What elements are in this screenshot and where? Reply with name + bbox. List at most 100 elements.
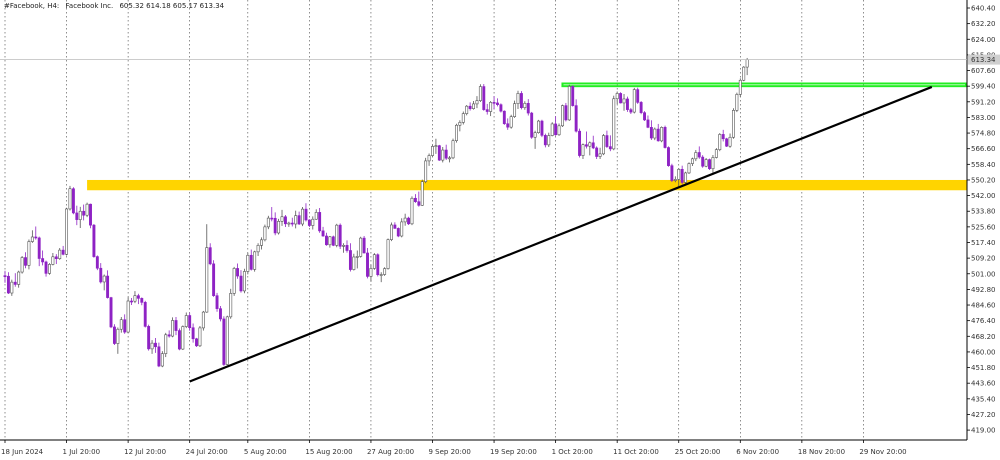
candle-body-55 bbox=[191, 327, 195, 340]
candle-body-18 bbox=[65, 208, 69, 255]
candle-body-59 bbox=[205, 247, 209, 313]
candle-body-116 bbox=[400, 221, 404, 237]
candle-body-60 bbox=[208, 247, 212, 265]
candle-body-188 bbox=[646, 119, 650, 128]
y-tick-label-9: 566.60 bbox=[971, 145, 996, 153]
candle-body-43 bbox=[150, 342, 154, 350]
chart-canvas[interactable]: 640.40632.20624.00615.80607.60599.40591.… bbox=[0, 0, 1000, 460]
candle-body-142 bbox=[489, 102, 493, 112]
candle-body-62 bbox=[215, 295, 219, 309]
candle-body-149 bbox=[513, 103, 517, 117]
candle-body-48 bbox=[167, 334, 171, 337]
candle-body-7 bbox=[27, 241, 31, 266]
candle-body-203 bbox=[697, 152, 701, 158]
candle-body-16 bbox=[58, 249, 62, 260]
candle-body-4 bbox=[17, 271, 21, 285]
candle-body-185 bbox=[636, 89, 640, 103]
candle-body-40 bbox=[140, 298, 144, 303]
candle-body-3 bbox=[13, 281, 17, 285]
candle-body-179 bbox=[615, 93, 619, 100]
candle-body-134 bbox=[461, 113, 465, 123]
candle-body-29 bbox=[102, 275, 106, 283]
candle-body-171 bbox=[588, 142, 592, 147]
candle-body-114 bbox=[393, 224, 397, 229]
y-tick-label-26: 427.20 bbox=[971, 411, 996, 419]
candle-body-136 bbox=[468, 105, 472, 109]
candle-body-35 bbox=[123, 319, 127, 333]
candle-body-135 bbox=[465, 105, 469, 114]
y-tick-label-14: 525.60 bbox=[971, 223, 996, 231]
candle-body-17 bbox=[61, 249, 65, 255]
candle-body-9 bbox=[34, 236, 38, 239]
candle-body-27 bbox=[95, 256, 99, 269]
candle-body-172 bbox=[591, 142, 595, 149]
candle-body-94 bbox=[325, 235, 328, 246]
candle-body-204 bbox=[701, 156, 705, 167]
candle-body-115 bbox=[396, 228, 400, 237]
candle-body-130 bbox=[448, 157, 452, 160]
candle-body-39 bbox=[136, 295, 140, 299]
candle-body-186 bbox=[639, 102, 643, 113]
x-tick-label-8: 19 Sep 20:00 bbox=[490, 448, 537, 456]
y-tick-label-19: 484.60 bbox=[971, 302, 996, 310]
candle-body-71 bbox=[246, 254, 250, 272]
candle-body-140 bbox=[482, 86, 486, 110]
y-tick-label-11: 550.20 bbox=[971, 176, 996, 184]
price-chart[interactable]: 640.40632.20624.00615.80607.60599.40591.… bbox=[0, 0, 1000, 460]
vertical-gridlines bbox=[4, 0, 864, 440]
candle-body-74 bbox=[256, 245, 260, 253]
symbol-label: #Facebook, H4: bbox=[4, 2, 59, 10]
resistance-zone bbox=[561, 82, 968, 88]
candle-body-42 bbox=[147, 326, 151, 350]
candle-body-122 bbox=[420, 181, 424, 206]
x-tick-label-1: 1 Jul 20:00 bbox=[63, 448, 101, 456]
x-tick-label-10: 11 Oct 20:00 bbox=[613, 448, 659, 456]
candle-body-126 bbox=[434, 145, 438, 147]
candle-body-200 bbox=[687, 163, 691, 174]
candle-body-201 bbox=[690, 158, 694, 164]
candle-body-175 bbox=[602, 135, 605, 155]
x-tick-label-5: 15 Aug 20:00 bbox=[305, 448, 352, 456]
x-tick-label-4: 5 Aug 20:00 bbox=[244, 448, 287, 456]
candle-body-64 bbox=[222, 318, 226, 365]
candle-body-209 bbox=[718, 134, 722, 150]
candle-body-0 bbox=[3, 275, 7, 277]
candle-body-174 bbox=[598, 153, 602, 157]
candle-body-117 bbox=[403, 217, 407, 223]
y-tick-label-25: 435.40 bbox=[971, 395, 996, 403]
candle-body-160 bbox=[550, 123, 554, 136]
candle-body-75 bbox=[260, 239, 263, 246]
y-tick-label-18: 492.80 bbox=[971, 286, 996, 294]
candle-body-93 bbox=[321, 230, 325, 237]
candle-body-88 bbox=[304, 208, 308, 221]
candle-body-121 bbox=[417, 201, 421, 206]
candle-body-177 bbox=[608, 146, 612, 150]
candle-body-25 bbox=[89, 203, 92, 226]
candle-body-31 bbox=[109, 297, 113, 328]
x-tick-label-6: 27 Aug 20:00 bbox=[367, 448, 414, 456]
candle-body-197 bbox=[677, 168, 681, 180]
candle-body-157 bbox=[540, 120, 544, 136]
candle-body-80 bbox=[277, 221, 281, 234]
candle-body-178 bbox=[612, 98, 616, 150]
candle-body-161 bbox=[554, 123, 558, 136]
candle-body-208 bbox=[714, 149, 718, 158]
candle-body-181 bbox=[622, 98, 626, 104]
candle-body-202 bbox=[694, 152, 698, 160]
candle-body-15 bbox=[54, 256, 58, 260]
x-tick-label-2: 12 Jul 20:00 bbox=[124, 448, 166, 456]
candle-body-14 bbox=[51, 256, 55, 265]
candle-body-187 bbox=[643, 112, 646, 121]
candle-body-87 bbox=[301, 208, 304, 225]
current-price-marker: 613.34 bbox=[0, 54, 1000, 65]
candle-body-156 bbox=[537, 120, 540, 133]
candle-body-23 bbox=[82, 210, 86, 216]
candle-body-109 bbox=[376, 254, 380, 276]
candle-body-70 bbox=[242, 271, 246, 292]
candle-body-216 bbox=[742, 66, 746, 81]
time-axis-labels: 18 Jun 2024 1 Jul 20:00 12 Jul 20:00 24 Jul… bbox=[1, 440, 907, 456]
candle-body-106 bbox=[366, 252, 369, 277]
candle-body-95 bbox=[328, 236, 332, 246]
y-tick-label-24: 443.60 bbox=[971, 380, 996, 388]
candle-body-207 bbox=[711, 157, 715, 170]
